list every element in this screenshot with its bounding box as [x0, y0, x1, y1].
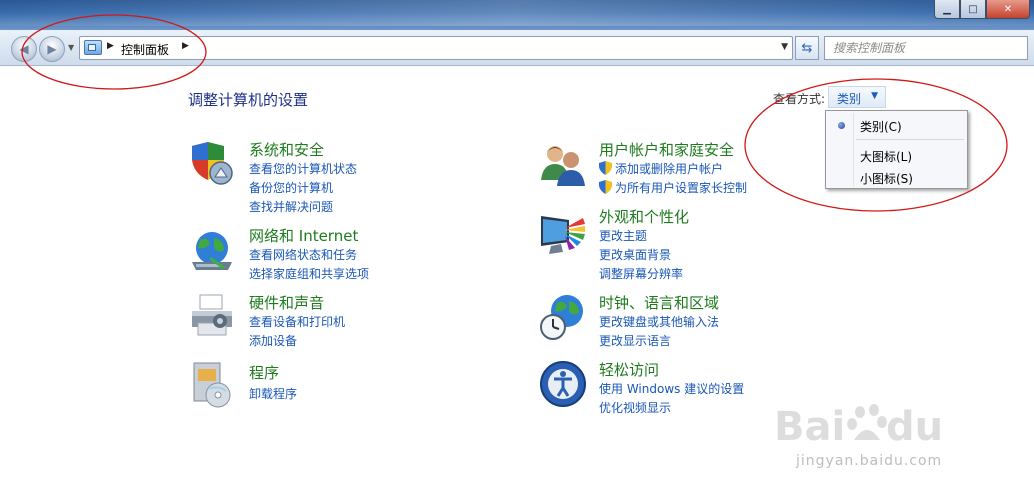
watermark-url: jingyan.baidu.com [796, 453, 943, 469]
menu-item-label: 大图标(L) [860, 150, 913, 164]
link-change-theme[interactable]: 更改主题 [599, 227, 647, 244]
search-box[interactable] [824, 36, 1028, 60]
link-find-fix-problems[interactable]: 查找并解决问题 [249, 198, 333, 215]
link-view-computer-status[interactable]: 查看您的计算机状态 [249, 160, 357, 177]
view-by-current: 类别 [837, 92, 862, 106]
menu-separator [856, 139, 964, 140]
refresh-icon: ⇆ [801, 40, 813, 56]
programs-disc-icon[interactable] [188, 361, 236, 409]
page-title: 调整计算机的设置 [188, 91, 309, 109]
breadcrumb-chevron-icon[interactable]: ▶ [107, 41, 114, 51]
forward-arrow-icon: ▶ [47, 42, 57, 56]
svg-text:du: du [886, 404, 943, 450]
monitor-palette-icon[interactable] [539, 210, 587, 258]
category-title[interactable]: 网络和 Internet [249, 225, 358, 246]
maximize-button[interactable]: □ [960, 0, 986, 19]
uac-shield-icon [599, 161, 612, 175]
menu-item-category[interactable]: 类别(C) [826, 114, 967, 136]
view-by-label: 查看方式: [773, 92, 826, 106]
window-controls: ▁ □ ✕ [934, 0, 1030, 19]
menu-item-label: 类别(C) [860, 120, 902, 134]
view-by-dropdown[interactable]: 类别 ▼ [828, 86, 886, 108]
navigation-bar: ◀ ▶ ▼ ▶ 控制面板 ▶ ▼ ⇆ [0, 30, 1034, 66]
link-change-background[interactable]: 更改桌面背景 [599, 246, 671, 263]
category-title[interactable]: 用户帐户和家庭安全 [599, 139, 734, 160]
category-title[interactable]: 程序 [249, 362, 279, 383]
titlebar-gloss [0, 0, 1034, 26]
breadcrumb-control-panel[interactable]: 控制面板 [121, 41, 169, 58]
network-globe-icon[interactable] [188, 228, 236, 276]
refresh-button[interactable]: ⇆ [795, 36, 819, 60]
link-homegroup-sharing[interactable]: 选择家庭组和共享选项 [249, 265, 369, 282]
baidu-jingyan-watermark-logo: Bai du [774, 404, 943, 450]
window-titlebar: ▁ □ ✕ [0, 0, 1034, 30]
category-title[interactable]: 系统和安全 [249, 139, 324, 160]
link-backup-computer[interactable]: 备份您的计算机 [249, 179, 333, 196]
link-parental-controls[interactable]: 为所有用户设置家长控制 [615, 179, 747, 196]
link-change-display-language[interactable]: 更改显示语言 [599, 332, 671, 349]
category-title[interactable]: 时钟、语言和区域 [599, 292, 719, 313]
address-dropdown-icon[interactable]: ▼ [781, 42, 788, 52]
link-recommended-settings[interactable]: 使用 Windows 建议的设置 [599, 380, 744, 397]
chevron-down-icon: ▼ [871, 91, 878, 101]
link-change-input-method[interactable]: 更改键盘或其他输入法 [599, 313, 719, 330]
clock-globe-icon[interactable] [539, 293, 587, 341]
control-panel-icon [84, 40, 102, 55]
link-optimize-display[interactable]: 优化视频显示 [599, 399, 671, 416]
forward-button[interactable]: ▶ [39, 36, 65, 62]
search-input[interactable] [825, 37, 1005, 59]
minimize-button[interactable]: ▁ [934, 0, 960, 19]
uac-shield-icon [599, 180, 612, 194]
printer-icon[interactable] [188, 293, 236, 341]
users-icon[interactable] [539, 140, 587, 188]
back-arrow-icon: ◀ [19, 42, 29, 56]
back-button[interactable]: ◀ [11, 36, 37, 62]
category-title[interactable]: 外观和个性化 [599, 206, 689, 227]
category-title[interactable]: 硬件和声音 [249, 292, 324, 313]
category-title[interactable]: 轻松访问 [599, 359, 659, 380]
recent-pages-dropdown[interactable]: ▼ [68, 43, 74, 52]
radio-bullet-icon [838, 122, 845, 129]
link-screen-resolution[interactable]: 调整屏幕分辨率 [599, 265, 683, 282]
breadcrumb-chevron-icon[interactable]: ▶ [182, 41, 189, 51]
menu-item-label: 小图标(S) [860, 172, 913, 186]
svg-text:Bai: Bai [774, 404, 845, 450]
close-button[interactable]: ✕ [986, 0, 1030, 19]
link-add-device[interactable]: 添加设备 [249, 332, 297, 349]
security-shield-icon[interactable] [188, 140, 236, 188]
link-uninstall-program[interactable]: 卸载程序 [249, 385, 297, 402]
menu-item-small-icons[interactable]: 小图标(S) [826, 166, 967, 188]
link-devices-printers[interactable]: 查看设备和打印机 [249, 313, 345, 330]
link-view-network-status[interactable]: 查看网络状态和任务 [249, 246, 357, 263]
menu-item-large-icons[interactable]: 大图标(L) [826, 144, 967, 166]
ease-of-access-icon[interactable] [539, 360, 587, 408]
address-bar[interactable]: ▶ 控制面板 ▶ ▼ [79, 36, 793, 60]
link-add-remove-accounts[interactable]: 添加或删除用户帐户 [615, 160, 723, 177]
view-by-menu: 类别(C) 大图标(L) 小图标(S) [825, 110, 968, 189]
